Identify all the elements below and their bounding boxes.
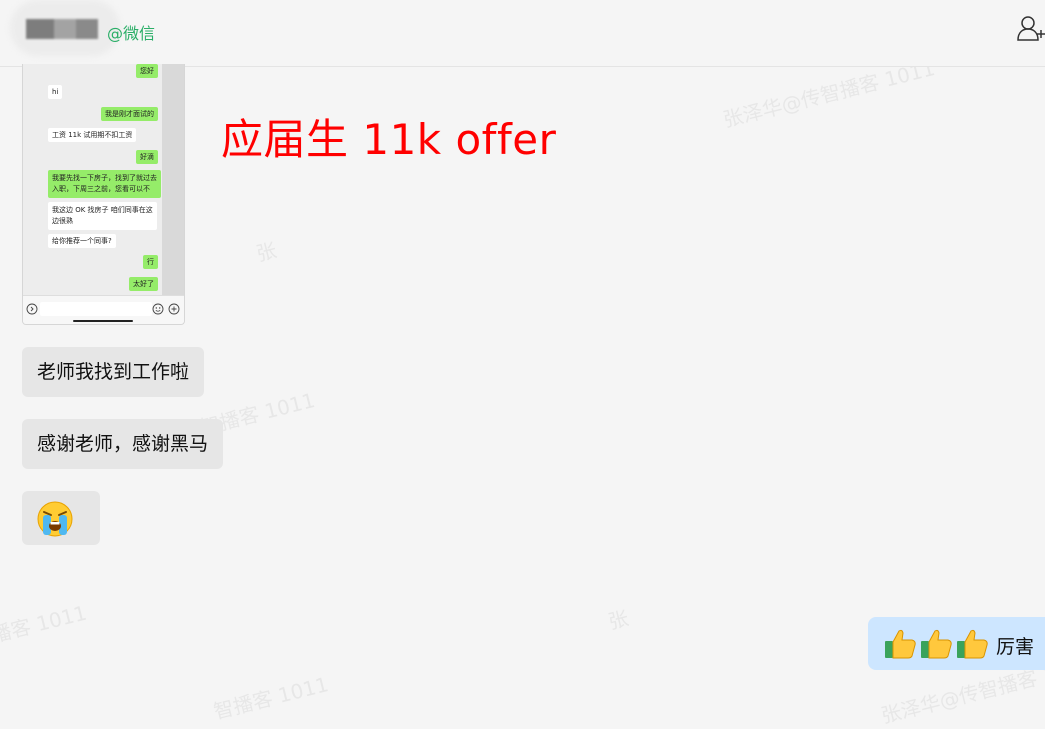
- chat-message-bubble[interactable]: 老师我找到工作啦: [22, 347, 205, 397]
- outgoing-message-bubble[interactable]: 厉害: [868, 617, 1045, 670]
- screenshot-input-bar: [23, 295, 184, 324]
- screenshot-message-line: 边很熟: [52, 217, 73, 225]
- screenshot-message: 工资 11k 试用期不扣工资: [48, 128, 137, 142]
- add-user-icon[interactable]: [1017, 14, 1045, 42]
- reply-text: 厉害: [996, 636, 1035, 658]
- chat-message-bubble[interactable]: 感谢老师，感谢黑马: [22, 419, 224, 469]
- screenshot-message-line: 我要先找一下房子，找到了就过去: [52, 174, 157, 182]
- chat-header: @微信: [0, 0, 1045, 67]
- headline-annotation: 应届生 11k offer: [221, 115, 557, 164]
- thumbs-up-icon: [885, 629, 916, 659]
- screenshot-message: hi: [48, 85, 63, 99]
- watermark: 张: [605, 605, 631, 635]
- screenshot-message: 太好了: [129, 277, 158, 291]
- plus-icon: [168, 303, 180, 315]
- screenshot-message: 您好: [136, 64, 158, 78]
- screenshot-message: 我这边 OK 找房子 咱们同事在这 边很熟: [48, 202, 157, 230]
- thumbs-up-icon: [921, 629, 952, 659]
- screenshot-message-line: 入职，下周三之前，您看可以不: [52, 185, 150, 193]
- home-indicator: [73, 320, 133, 322]
- voice-icon: [26, 303, 38, 315]
- watermark: 智播客 1011: [211, 672, 331, 724]
- screenshot-message: 我要先找一下房子，找到了就过去 入职，下周三之前，您看可以不: [48, 170, 161, 198]
- loudly-crying-face-icon: [37, 501, 73, 537]
- sticker-icon: [152, 303, 164, 315]
- screenshot-message-line: 我这边 OK 找房子 咱们同事在这: [52, 206, 153, 214]
- emoji-message-bubble[interactable]: [22, 491, 100, 545]
- screenshot-input-box: [40, 302, 152, 316]
- screenshot-message: 行: [143, 255, 158, 269]
- wechat-source-tag: @微信: [107, 24, 156, 43]
- chat-screenshot-image[interactable]: 您好 hi 我是刚才面试的 工资 11k 试用期不扣工资 好滴 我要先找一下房子…: [22, 64, 185, 325]
- blurred-contact-name: [26, 19, 98, 39]
- screenshot-message: 好滴: [136, 150, 158, 164]
- screenshot-side-shade: [162, 64, 184, 296]
- screenshot-message: 给你推荐一个同事?: [48, 234, 116, 248]
- screenshot-message: 我是刚才面试的: [101, 107, 158, 121]
- watermark: 张: [253, 237, 279, 267]
- watermark: 播客 1011: [0, 600, 90, 648]
- thumbs-up-icon: [957, 629, 988, 659]
